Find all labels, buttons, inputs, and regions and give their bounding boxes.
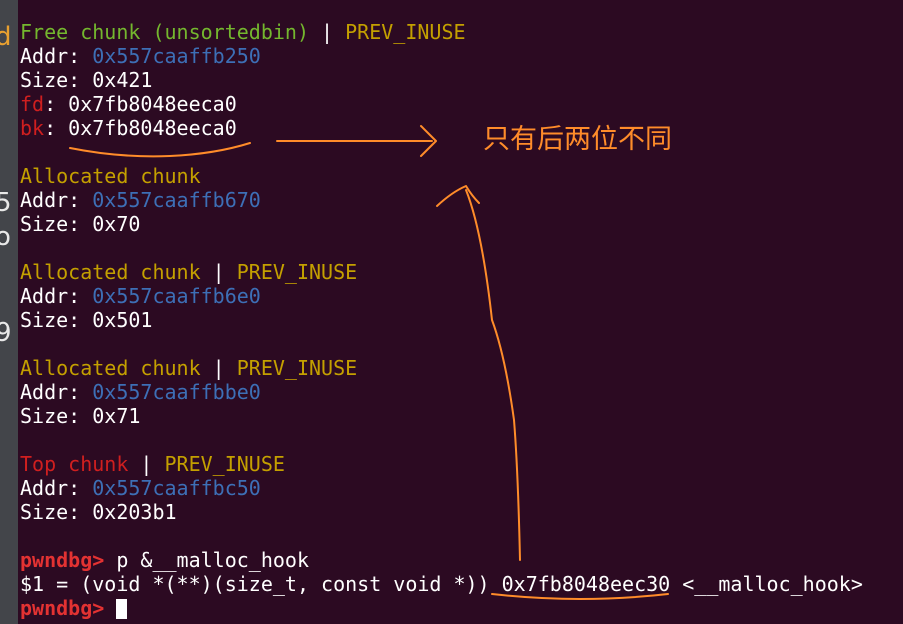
- chunk-size-line: Size: 0x501: [20, 308, 903, 332]
- separator: |: [200, 260, 237, 284]
- result-line: $1 = (void *(**)(size_t, const void *)) …: [20, 572, 903, 596]
- command-text: p &__malloc_hook: [116, 548, 309, 572]
- chunk-addr-line: Addr: 0x557caaffbc50: [20, 476, 903, 500]
- chunk-size-line: Size: 0x70: [20, 212, 903, 236]
- chunk-header: Free chunk (unsortedbin) | PREV_INUSE: [20, 20, 903, 44]
- chunk-flag: PREV_INUSE: [236, 356, 358, 380]
- clipped-char: d: [0, 22, 12, 52]
- fd-value: : 0x7fb8048eeca0: [44, 92, 237, 116]
- heap-chunk-allocated: Allocated chunk | PREV_INUSE Addr: 0x557…: [20, 356, 903, 428]
- chunk-size: 0x203b1: [92, 500, 177, 524]
- addr-label: Addr:: [20, 188, 93, 212]
- chunk-title: Free chunk (unsortedbin): [20, 20, 309, 44]
- addr-label: Addr:: [20, 476, 93, 500]
- adjacent-window-edge: d 5 o 9: [0, 0, 18, 624]
- chunk-size: 0x501: [92, 308, 153, 332]
- chunk-size-line: Size: 0x203b1: [20, 500, 903, 524]
- chunk-size-line: Size: 0x71: [20, 404, 903, 428]
- heap-chunk-allocated: Allocated chunk | PREV_INUSE Addr: 0x557…: [20, 260, 903, 332]
- separator: |: [200, 356, 237, 380]
- chunk-header: Allocated chunk | PREV_INUSE: [20, 356, 903, 380]
- clipped-char: 9: [0, 318, 12, 348]
- chunk-address: 0x557caaffb6e0: [92, 284, 261, 308]
- fd-label: fd: [20, 92, 45, 116]
- prompt: pwndbg>: [20, 596, 117, 620]
- chunk-size: 0x71: [92, 404, 141, 428]
- bk-label: bk: [20, 116, 45, 140]
- chunk-flag: PREV_INUSE: [345, 20, 466, 44]
- chunk-size: 0x421: [92, 68, 153, 92]
- chunk-addr-line: Addr: 0x557caaffb670: [20, 188, 903, 212]
- input-line[interactable]: pwndbg>: [20, 596, 903, 620]
- addr-label: Addr:: [20, 284, 93, 308]
- result-prefix: $1 = (void *(**)(size_t, const void *)): [20, 572, 502, 596]
- chunk-addr-line: Addr: 0x557caaffbbe0: [20, 380, 903, 404]
- heap-chunk-free: Free chunk (unsortedbin) | PREV_INUSE Ad…: [20, 20, 903, 140]
- chunk-fd-line: fd: 0x7fb8048eeca0: [20, 92, 903, 116]
- bk-value: : 0x7fb8048eeca0: [44, 116, 237, 140]
- chunk-title: Allocated chunk: [20, 356, 201, 380]
- chunk-address: 0x557caaffb670: [92, 188, 261, 212]
- chunk-title: Allocated chunk: [20, 260, 201, 284]
- text-cursor[interactable]: [116, 599, 128, 619]
- chunk-flag: PREV_INUSE: [164, 452, 285, 476]
- chunk-title: Top chunk: [20, 452, 129, 476]
- chunk-addr-line: Addr: 0x557caaffb6e0: [20, 284, 903, 308]
- chunk-address: 0x557caaffb250: [92, 44, 261, 68]
- result-address: 0x7fb8048eec30: [501, 572, 671, 596]
- result-symbol: <__malloc_hook>: [670, 572, 863, 596]
- annotation-note: 只有后两位不同: [483, 124, 672, 155]
- terminal-output[interactable]: Free chunk (unsortedbin) | PREV_INUSE Ad…: [20, 20, 903, 620]
- separator: |: [308, 20, 346, 44]
- chunk-header: Allocated chunk | PREV_INUSE: [20, 260, 903, 284]
- separator: |: [128, 452, 165, 476]
- size-label: Size:: [20, 500, 93, 524]
- size-label: Size:: [20, 308, 93, 332]
- chunk-size-line: Size: 0x421: [20, 68, 903, 92]
- chunk-size: 0x70: [92, 212, 141, 236]
- clipped-char: o: [0, 222, 11, 252]
- chunk-header: Allocated chunk: [20, 164, 903, 188]
- chunk-bk-line: bk: 0x7fb8048eeca0: [20, 116, 903, 140]
- chunk-title: Allocated chunk: [20, 164, 201, 188]
- size-label: Size:: [20, 404, 93, 428]
- size-label: Size:: [20, 212, 93, 236]
- size-label: Size:: [20, 68, 93, 92]
- chunk-addr-line: Addr: 0x557caaffb250: [20, 44, 903, 68]
- addr-label: Addr:: [20, 44, 93, 68]
- heap-chunk-allocated: Allocated chunk Addr: 0x557caaffb670 Siz…: [20, 164, 903, 236]
- prompt: pwndbg>: [20, 548, 117, 572]
- heap-chunk-top: Top chunk | PREV_INUSE Addr: 0x557caaffb…: [20, 452, 903, 524]
- chunk-address: 0x557caaffbbe0: [92, 380, 261, 404]
- clipped-char: 5: [0, 188, 12, 218]
- command-line: pwndbg> p &__malloc_hook: [20, 548, 903, 572]
- chunk-address: 0x557caaffbc50: [92, 476, 261, 500]
- addr-label: Addr:: [20, 380, 93, 404]
- chunk-header: Top chunk | PREV_INUSE: [20, 452, 903, 476]
- chunk-flag: PREV_INUSE: [236, 260, 358, 284]
